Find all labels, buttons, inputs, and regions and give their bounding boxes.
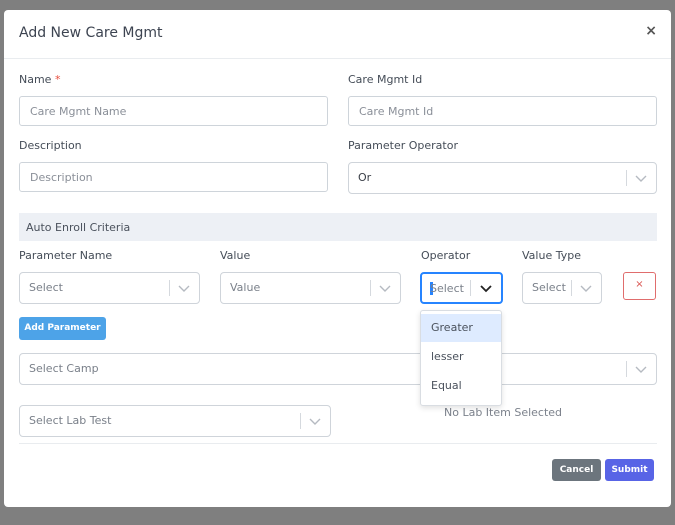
value-type-label: Value Type	[522, 249, 581, 262]
parameter-name-select[interactable]: Select	[19, 272, 200, 304]
parameter-name-placeholder: Select	[29, 281, 63, 294]
value-placeholder: Value	[230, 281, 261, 294]
parameter-operator-label: Parameter Operator	[348, 139, 458, 152]
close-icon[interactable]: ×	[645, 23, 657, 39]
description-label: Description	[19, 139, 82, 152]
name-input[interactable]	[19, 96, 328, 126]
chevron-down-icon[interactable]	[300, 406, 330, 436]
footer-divider	[19, 443, 657, 444]
chevron-down-icon[interactable]	[471, 273, 501, 303]
care-mgmt-id-label: Care Mgmt Id	[348, 73, 423, 86]
remove-parameter-button[interactable]: ×	[623, 272, 656, 300]
name-label: Name *	[19, 73, 60, 86]
operator-option-greater[interactable]: Greater	[421, 314, 501, 342]
chevron-down-icon[interactable]	[571, 273, 601, 303]
value-type-select[interactable]: Select	[522, 272, 602, 304]
section-title: Auto Enroll Criteria	[26, 221, 131, 234]
lab-test-select[interactable]: Select Lab Test	[19, 405, 331, 437]
chevron-down-icon[interactable]	[626, 163, 656, 193]
modal-title: Add New Care Mgmt	[19, 25, 163, 41]
operator-dropdown-menu: Greater lesser Equal	[420, 310, 502, 406]
add-parameter-button[interactable]: Add Parameter	[19, 317, 106, 340]
chevron-down-icon[interactable]	[370, 273, 400, 303]
value-label: Value	[220, 249, 251, 262]
value-type-placeholder: Select	[532, 281, 566, 294]
care-mgmt-id-input[interactable]	[348, 96, 657, 126]
add-care-mgmt-modal: Add New Care Mgmt × Name * Care Mgmt Id …	[4, 10, 671, 507]
chevron-down-icon[interactable]	[626, 354, 656, 384]
operator-placeholder: Select	[430, 282, 464, 295]
name-label-text: Name	[19, 73, 52, 86]
camp-select[interactable]: Select Camp	[19, 353, 657, 385]
chevron-down-icon[interactable]	[169, 273, 199, 303]
operator-select[interactable]: Select	[420, 272, 503, 304]
lab-test-placeholder: Select Lab Test	[29, 414, 112, 427]
modal-header: Add New Care Mgmt ×	[4, 10, 671, 59]
cancel-button[interactable]: Cancel	[552, 459, 601, 481]
auto-enroll-section-header: Auto Enroll Criteria	[19, 213, 657, 241]
value-select[interactable]: Value	[220, 272, 401, 304]
operator-option-equal[interactable]: Equal	[421, 372, 501, 400]
operator-option-lesser[interactable]: lesser	[421, 343, 501, 371]
description-input[interactable]	[19, 162, 328, 192]
no-lab-item-text: No Lab Item Selected	[444, 406, 563, 419]
parameter-operator-select[interactable]: Or	[348, 162, 657, 194]
submit-button[interactable]: Submit	[605, 459, 654, 481]
parameter-operator-value: Or	[358, 171, 372, 184]
operator-label: Operator	[421, 249, 471, 262]
camp-placeholder: Select Camp	[29, 362, 99, 375]
required-mark: *	[54, 73, 61, 86]
parameter-name-label: Parameter Name	[19, 249, 113, 262]
